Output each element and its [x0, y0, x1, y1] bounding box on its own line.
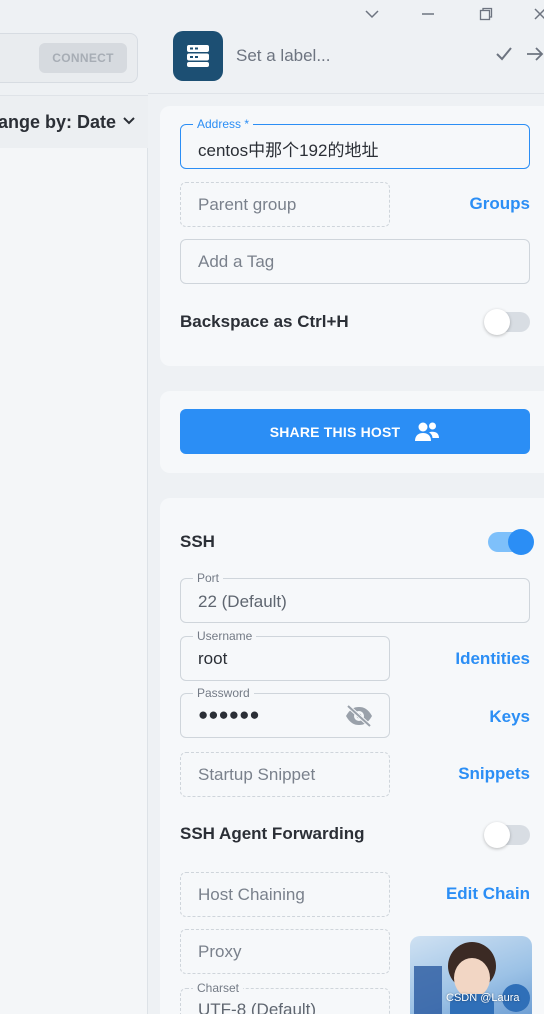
chevron-down-icon: [122, 113, 136, 131]
agent-forwarding-label: SSH Agent Forwarding: [180, 824, 365, 843]
host-chaining-placeholder: Host Chaining: [198, 885, 305, 904]
address-label: Address *: [193, 117, 254, 131]
left-toolbar: CONNECT: [0, 0, 148, 96]
share-host-label: SHARE THIS HOST: [269, 423, 401, 440]
general-settings-card: Address * centos中那个192的地址 Parent group G…: [160, 106, 544, 366]
ssh-toggle[interactable]: [488, 529, 534, 555]
restore-icon[interactable]: [476, 4, 496, 24]
tag-placeholder: Add a Tag: [198, 252, 275, 271]
host-list-pane: CONNECT ange by: Date: [0, 0, 148, 1014]
connect-button[interactable]: CONNECT: [39, 43, 127, 73]
address-field[interactable]: Address * centos中那个192的地址: [180, 117, 530, 169]
charset-field[interactable]: Charset UTF-8 (Default): [180, 981, 390, 1014]
minimize-icon[interactable]: [418, 4, 438, 24]
proxy-placeholder: Proxy: [198, 942, 242, 961]
groups-link[interactable]: Groups: [430, 194, 530, 214]
snippets-link[interactable]: Snippets: [430, 764, 530, 784]
password-value: ●●●●●●: [198, 705, 260, 724]
charset-label: Charset: [193, 981, 244, 995]
close-icon[interactable]: [530, 4, 544, 24]
password-label: Password: [193, 686, 254, 700]
agent-forwarding-toggle[interactable]: [484, 822, 530, 848]
username-label: Username: [193, 629, 257, 643]
username-field[interactable]: Username root: [180, 629, 390, 681]
password-field[interactable]: Password ●●●●●●: [180, 686, 390, 738]
username-value: root: [198, 649, 228, 668]
eye-off-icon[interactable]: [344, 704, 374, 733]
parent-group-placeholder: Parent group: [198, 195, 297, 214]
keys-link[interactable]: Keys: [430, 707, 530, 727]
share-card: SHARE THIS HOST: [160, 391, 544, 473]
startup-snippet-placeholder: Startup Snippet: [198, 765, 316, 784]
edit-chain-link[interactable]: Edit Chain: [420, 884, 530, 904]
sort-bar[interactable]: ange by: Date: [0, 96, 148, 148]
address-value: centos中那个192的地址: [198, 141, 379, 160]
arrow-right-icon[interactable]: [526, 44, 544, 69]
parent-group-field[interactable]: Parent group: [180, 182, 390, 227]
backspace-label: Backspace as Ctrl+H: [180, 312, 349, 331]
charset-value: UTF-8 (Default): [198, 1000, 317, 1014]
host-chaining-field[interactable]: Host Chaining: [180, 872, 390, 917]
port-value: 22 (Default): [198, 592, 287, 611]
port-label: Port: [193, 571, 224, 585]
check-icon[interactable]: [494, 44, 514, 69]
chevron-down-icon[interactable]: [362, 4, 382, 24]
port-field[interactable]: Port 22 (Default): [180, 571, 530, 623]
host-label-input[interactable]: Set a label...: [236, 46, 331, 66]
tag-field[interactable]: Add a Tag: [180, 239, 530, 284]
backspace-toggle[interactable]: [484, 309, 530, 335]
users-icon: [414, 421, 440, 443]
proxy-field[interactable]: Proxy: [180, 929, 390, 974]
watermark: CSDN @Laura: [446, 992, 520, 1004]
host-header: Set a label...: [148, 22, 544, 94]
identities-link[interactable]: Identities: [430, 649, 530, 669]
sort-label: ange by: Date: [0, 111, 117, 132]
ssh-label: SSH: [180, 532, 215, 551]
share-host-button[interactable]: SHARE THIS HOST: [180, 409, 530, 454]
startup-snippet-field[interactable]: Startup Snippet: [180, 752, 390, 797]
server-icon: [173, 31, 223, 81]
